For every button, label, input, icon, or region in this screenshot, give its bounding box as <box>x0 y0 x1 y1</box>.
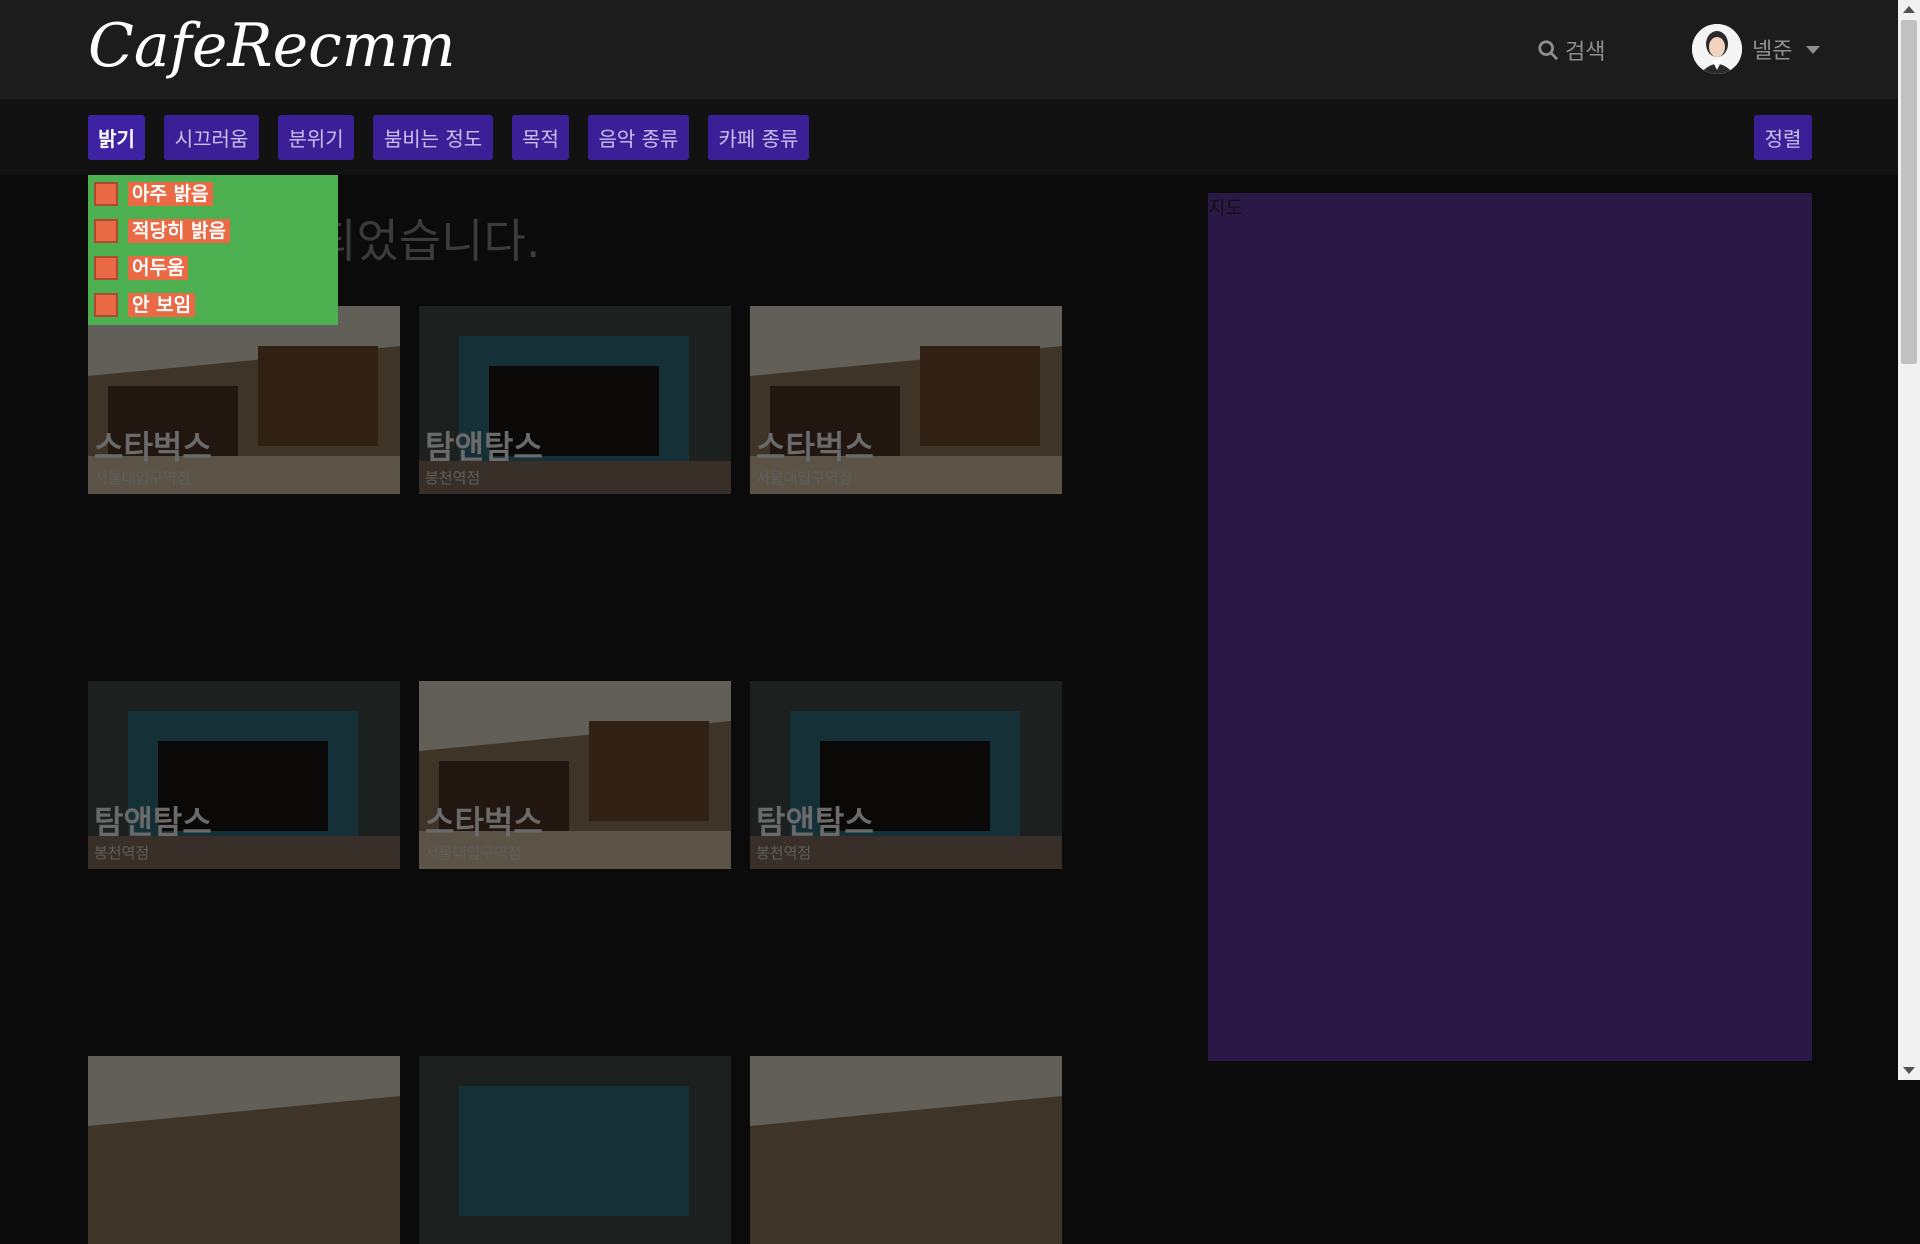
checkbox[interactable] <box>94 182 118 206</box>
brightness-option[interactable]: 어두움 <box>94 256 189 280</box>
cafe-card[interactable]: 스타벅스 서울대입구역점 <box>419 681 731 869</box>
cafe-card[interactable]: 탐앤탐스 봉천역점 <box>419 306 731 494</box>
sort-button[interactable]: 정렬 <box>1754 115 1812 160</box>
cafe-branch: 서울대입구역점 <box>756 469 853 487</box>
brightness-option[interactable]: 아주 밝음 <box>94 182 213 206</box>
cafe-branch: 서울대입구역점 <box>425 844 522 862</box>
cafe-name: 스타벅스 <box>425 803 543 841</box>
filter-noise-button[interactable]: 시끄러움 <box>164 115 259 160</box>
brightness-dropdown: 아주 밝음 적당히 밝음 어두움 안 보임 <box>88 175 338 325</box>
cafe-branch: 서울대입구역점 <box>94 469 191 487</box>
brightness-option[interactable]: 적당히 밝음 <box>94 219 231 243</box>
cafe-branch: 봉천역점 <box>94 844 150 862</box>
scroll-up-icon[interactable] <box>1903 6 1915 13</box>
cafe-card[interactable] <box>419 1056 731 1244</box>
filter-cafe-type-button[interactable]: 카페 종류 <box>708 115 809 160</box>
option-label: 어두움 <box>128 256 189 280</box>
cafe-name: 스타벅스 <box>94 428 212 466</box>
logo-text: CafeRecmm <box>88 11 455 81</box>
user-menu[interactable]: 넬준 <box>1692 24 1821 74</box>
cafe-name: 스타벅스 <box>756 428 874 466</box>
cafe-card[interactable]: 탐앤탐스 봉천역점 <box>88 681 400 869</box>
map-label: 지도 <box>1208 197 1243 219</box>
checkbox[interactable] <box>94 219 118 243</box>
vertical-scrollbar[interactable] <box>1898 0 1920 1080</box>
option-label: 적당히 밝음 <box>128 219 231 243</box>
checkbox[interactable] <box>94 293 118 317</box>
cafe-card[interactable]: 스타벅스 서울대입구역점 <box>88 306 400 494</box>
cafe-card[interactable]: 스타벅스 서울대입구역점 <box>750 306 1062 494</box>
chevron-down-icon[interactable] <box>1806 46 1821 54</box>
option-label: 아주 밝음 <box>128 182 213 206</box>
scrollbar-thumb[interactable] <box>1901 20 1917 364</box>
logo[interactable]: CafeRecmm <box>88 8 524 94</box>
scroll-down-icon[interactable] <box>1903 1067 1915 1074</box>
cafe-branch: 봉천역점 <box>756 844 812 862</box>
top-navbar: CafeRecmm 검색 넬준 <box>0 0 1898 99</box>
filter-purpose-button[interactable]: 목적 <box>512 115 569 160</box>
cafe-branch: 봉천역점 <box>425 469 481 487</box>
search-label: 검색 <box>1565 40 1606 65</box>
filter-music-button[interactable]: 음악 종류 <box>588 115 689 160</box>
cafe-card[interactable]: 탐앤탐스 봉천역점 <box>750 681 1062 869</box>
search-icon <box>1538 40 1559 61</box>
avatar[interactable] <box>1692 24 1742 74</box>
cafe-name: 탐앤탐스 <box>94 803 212 841</box>
cafe-name: 탐앤탐스 <box>425 428 543 466</box>
brightness-option[interactable]: 안 보임 <box>94 293 196 317</box>
cafe-card[interactable] <box>750 1056 1062 1244</box>
checkbox[interactable] <box>94 256 118 280</box>
filter-bar: 밝기 시끄러움 분위기 붐비는 정도 목적 음악 종류 카페 종류 정렬 <box>0 99 1898 175</box>
cafe-name: 탐앤탐스 <box>756 803 874 841</box>
search-button[interactable]: 검색 <box>1537 34 1605 66</box>
map-panel[interactable]: 지도 <box>1208 193 1812 1061</box>
cafe-card[interactable] <box>88 1056 400 1244</box>
filter-brightness-button[interactable]: 밝기 <box>88 115 145 160</box>
filter-crowd-button[interactable]: 붐비는 정도 <box>373 115 493 160</box>
filter-mood-button[interactable]: 분위기 <box>278 115 354 160</box>
user-name: 넬준 <box>1752 39 1793 64</box>
option-label: 안 보임 <box>128 293 196 317</box>
